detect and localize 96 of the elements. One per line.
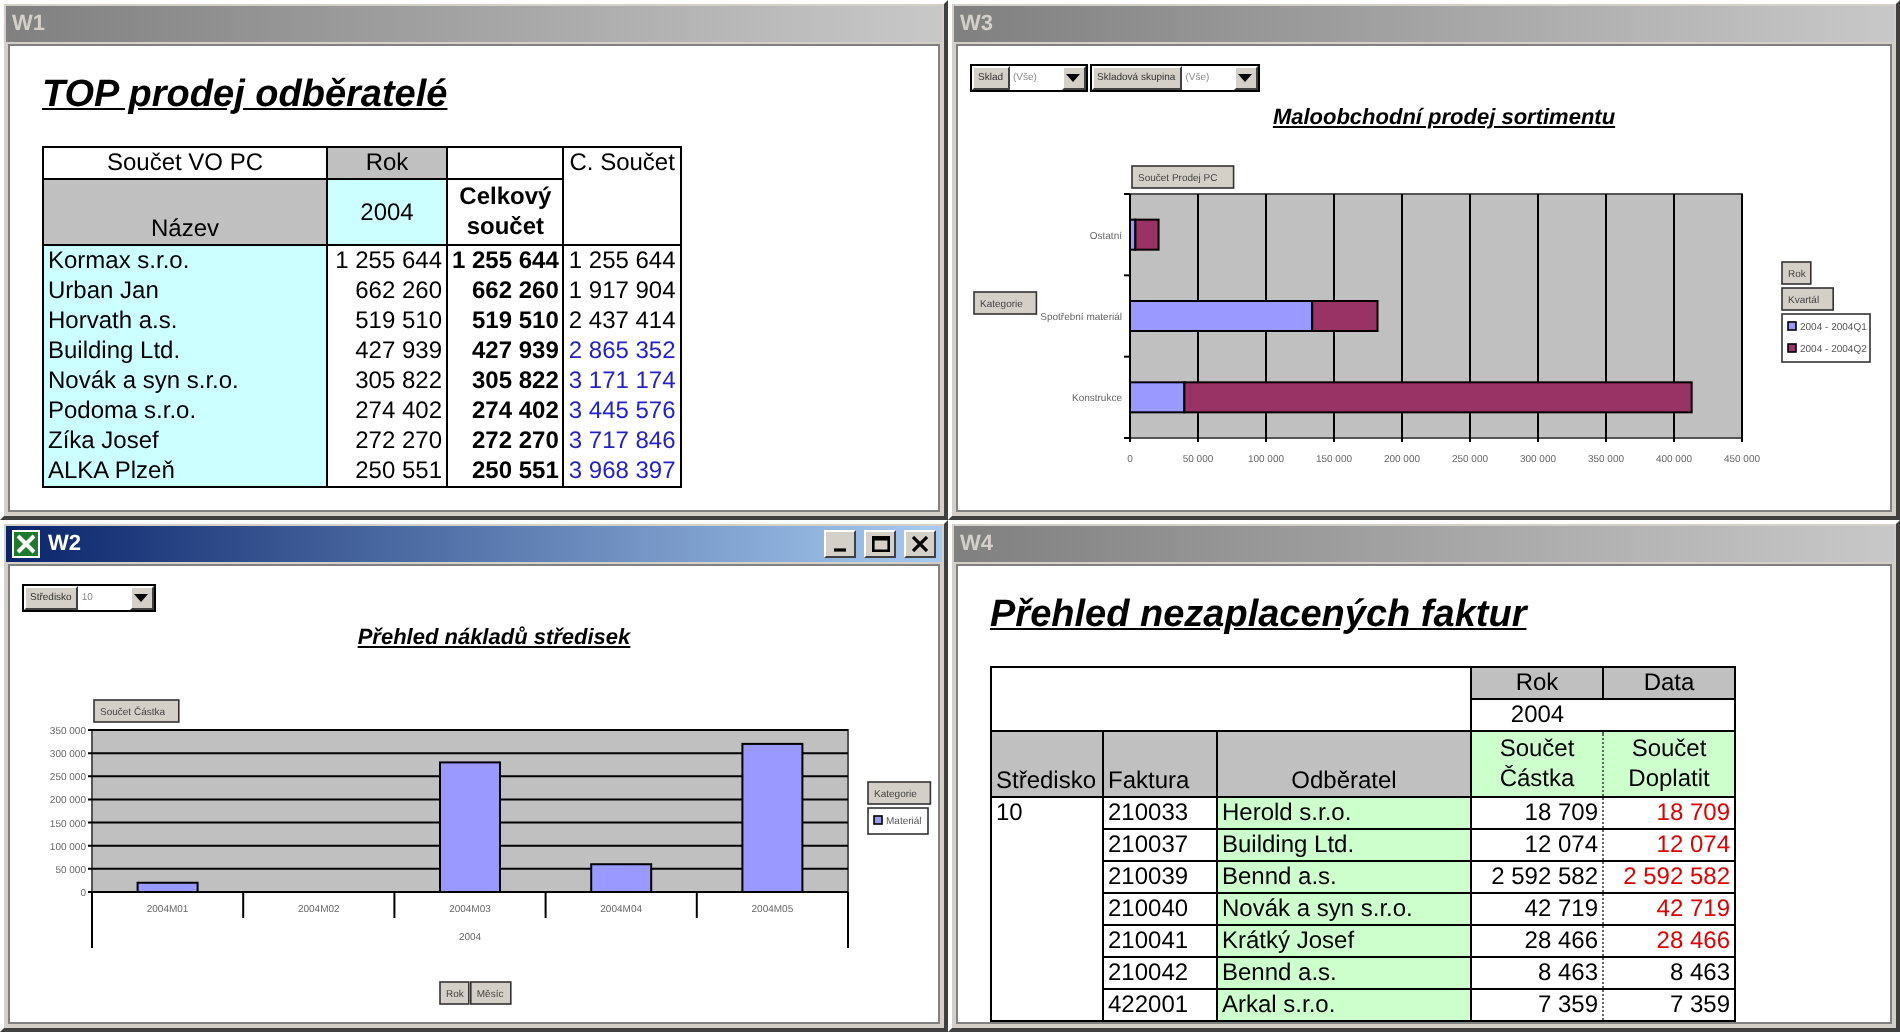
table-header: C. Součet	[563, 147, 681, 245]
table-cell: Krátký Josef	[1217, 925, 1471, 957]
table-header: Rok	[1471, 667, 1603, 699]
minimize-button[interactable]	[824, 530, 856, 558]
table-header: Faktura	[1103, 731, 1217, 797]
table-cell: 519 510	[327, 306, 447, 336]
table-cell: 1 255 644	[327, 245, 447, 276]
close-button[interactable]	[904, 530, 936, 558]
table-cell: 3 968 397	[563, 456, 681, 487]
table-cell: 12 074	[1471, 829, 1603, 861]
table-cell: Novák a syn s.r.o.	[1217, 893, 1471, 925]
window-title: W1	[12, 12, 47, 36]
table-cell: 210042	[1103, 957, 1217, 989]
table-cell: 210040	[1103, 893, 1217, 925]
table-cell: 3 171 174	[563, 366, 681, 396]
table-cell: 427 939	[327, 336, 447, 366]
table-cell: 42 719	[1471, 893, 1603, 925]
table-cell: 422001	[1103, 989, 1217, 1021]
legend-box	[867, 807, 929, 835]
table-cell: 2 865 352	[563, 336, 681, 366]
table-cell: 272 270	[327, 426, 447, 456]
table-cell: 1 255 644	[447, 245, 564, 276]
legend-box	[1781, 313, 1871, 363]
table-cell: Bennd a.s.	[1217, 957, 1471, 989]
minimize-icon	[834, 548, 846, 552]
table-cell: 12 074	[1603, 829, 1735, 861]
table-cell: Building Ltd.	[43, 336, 327, 366]
table-cell: 272 270	[447, 426, 564, 456]
table-cell: 8 463	[1471, 957, 1603, 989]
table-cell: 2 592 582	[1603, 861, 1735, 893]
caret-icon	[134, 594, 149, 602]
report-title: TOP prodej odběratelé	[42, 74, 448, 118]
table-header: Součet VO PC	[43, 147, 327, 179]
table-header: Rok	[327, 147, 447, 179]
chart-title: Přehled nákladů středisek	[357, 626, 631, 650]
table-cell: 1 255 644	[563, 245, 681, 276]
table-cell: 10	[991, 797, 1103, 1021]
caret-icon	[1066, 74, 1081, 82]
window-title: W4	[960, 532, 995, 556]
table-cell: Horvath a.s.	[43, 306, 327, 336]
table-cell: Urban Jan	[43, 276, 327, 306]
table-cell: 427 939	[447, 336, 564, 366]
table-cell: 274 402	[327, 396, 447, 426]
table-cell: 3 445 576	[563, 396, 681, 426]
table-header: Středisko	[991, 731, 1103, 797]
dropdown-button[interactable]	[1061, 66, 1086, 90]
table-cell: 28 466	[1603, 925, 1735, 957]
table-cell: 210033	[1103, 797, 1217, 829]
dropdown-button[interactable]	[1233, 66, 1258, 90]
table-cell: 2 592 582	[1471, 861, 1603, 893]
table-cell: 42 719	[1603, 893, 1735, 925]
chart-title: Maloobchodní prodej sortimentu	[1272, 106, 1616, 130]
table-cell: 210041	[1103, 925, 1217, 957]
table-cell: Building Ltd.	[1217, 829, 1471, 861]
table-cell: 1 917 904	[563, 276, 681, 306]
table-cell: 519 510	[447, 306, 564, 336]
table-cell: Bennd a.s.	[1217, 861, 1471, 893]
table-cell: Zíka Josef	[43, 426, 327, 456]
table-cell: 305 822	[327, 366, 447, 396]
maximize-button[interactable]	[864, 530, 896, 558]
table-cell: 28 466	[1471, 925, 1603, 957]
table-header: Součet Doplatit	[1603, 731, 1735, 797]
table-cell: 250 551	[327, 456, 447, 487]
table-cell: 210037	[1103, 829, 1217, 861]
table-header: Odběratel	[1217, 731, 1471, 797]
table-cell: 3 717 846	[563, 426, 681, 456]
table-cell: 662 260	[447, 276, 564, 306]
dropdown-button[interactable]	[129, 586, 154, 610]
table-cell: Herold s.r.o.	[1217, 797, 1471, 829]
table-cell: 2 437 414	[563, 306, 681, 336]
spreadsheet-icon	[12, 530, 40, 558]
caret-icon	[1238, 74, 1253, 82]
window-title: W3	[960, 12, 995, 36]
table-cell: Arkal s.r.o.	[1217, 989, 1471, 1021]
window-title: W2	[48, 532, 83, 556]
table-cell: 250 551	[447, 456, 564, 487]
maximize-icon	[871, 536, 889, 552]
table-cell: 662 260	[327, 276, 447, 306]
table-cell: 274 402	[447, 396, 564, 426]
report-title: Přehled nezaplacených faktur	[990, 594, 1527, 638]
close-icon	[912, 536, 928, 552]
table-cell: Kormax s.r.o.	[43, 245, 327, 276]
table-cell: Novák a syn s.r.o.	[43, 366, 327, 396]
table-cell: 18 709	[1603, 797, 1735, 829]
table-cell: 210039	[1103, 861, 1217, 893]
table-header: Součet Částka	[1471, 731, 1603, 797]
table-cell: ALKA Plzeň	[43, 456, 327, 487]
table-cell: Podoma s.r.o.	[43, 396, 327, 426]
table-header: Název	[43, 179, 327, 245]
table-cell: 8 463	[1603, 957, 1735, 989]
table-header: Data	[1603, 667, 1735, 699]
table-cell: 7 359	[1471, 989, 1603, 1021]
table-header: 2004	[327, 179, 447, 245]
table-cell: 7 359	[1603, 989, 1735, 1021]
table-cell: 18 709	[1471, 797, 1603, 829]
table-cell: 305 822	[447, 366, 564, 396]
